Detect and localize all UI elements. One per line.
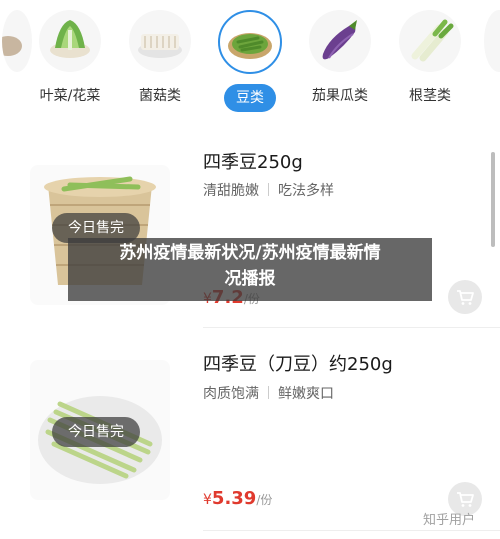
category-item-beans[interactable]: 豆类 <box>214 10 286 112</box>
eggplant-icon <box>309 10 371 72</box>
caption-line-2: 况播报 <box>224 269 276 289</box>
product-tags: 清甜脆嫩 吃法多样 <box>203 180 334 200</box>
product-tag: 肉质饱满 <box>203 386 259 402</box>
divider <box>203 530 500 531</box>
category-label: 菌菇类 <box>139 88 181 104</box>
scrollbar[interactable] <box>491 152 495 247</box>
category-label: 叶菜/花菜 <box>39 88 101 104</box>
product-price: ¥5.39/份 <box>203 488 272 509</box>
category-label: 茄果瓜类 <box>312 88 368 104</box>
product-tag: 吃法多样 <box>278 183 334 199</box>
vegetable-partial-icon <box>484 10 500 72</box>
caption-text: 苏州疫情最新状况/苏州疫情最新情 况播报 <box>68 240 432 292</box>
category-item-partial-right[interactable] <box>484 10 500 72</box>
cart-icon <box>457 492 474 507</box>
product-tags: 肉质饱满 鲜嫩爽口 <box>203 383 334 403</box>
product-name[interactable]: 四季豆（刀豆）约250g <box>203 350 393 376</box>
product-tag: 清甜脆嫩 <box>203 183 259 199</box>
category-item-mushroom[interactable]: 菌菇类 <box>124 10 196 106</box>
bean-icon <box>218 10 282 74</box>
price-unit: /份 <box>256 493 273 507</box>
product-tag: 鲜嫩爽口 <box>278 386 334 402</box>
category-item-root[interactable]: 根茎类 <box>394 10 466 106</box>
caption-line-1: 苏州疫情最新状况/苏州疫情最新情 <box>119 243 381 263</box>
category-item-eggplant[interactable]: 茄果瓜类 <box>304 10 376 106</box>
leafy-vegetable-icon <box>39 10 101 72</box>
price-value: 5.39 <box>211 488 257 509</box>
tag-separator <box>268 386 269 399</box>
watermark: 知乎用户 <box>423 513 476 528</box>
mushroom-icon <box>129 10 191 72</box>
sold-out-badge: 今日售完 <box>52 417 140 447</box>
vegetable-partial-icon <box>2 10 32 72</box>
category-label: 豆类 <box>224 84 276 112</box>
category-strip: 叶菜/花菜 菌菇类 豆类 茄果瓜类 根茎类 <box>0 0 500 125</box>
divider <box>203 327 500 328</box>
price-currency: ¥ <box>203 492 212 508</box>
product-name[interactable]: 四季豆250g <box>203 148 303 174</box>
cart-icon <box>457 290 474 305</box>
root-vegetable-icon <box>399 10 461 72</box>
add-to-cart-button[interactable] <box>448 280 482 314</box>
category-label: 根茎类 <box>409 88 451 104</box>
tag-separator <box>268 183 269 196</box>
category-item-leafy[interactable]: 叶菜/花菜 <box>34 10 106 106</box>
